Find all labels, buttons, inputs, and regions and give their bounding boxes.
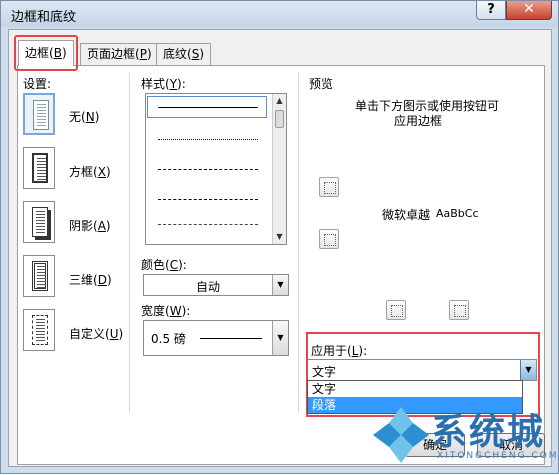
help-button[interactable]: ?: [476, 1, 506, 20]
watermark-logo-icon: [373, 407, 429, 463]
width-combo[interactable]: 0.5 磅 ▼: [143, 320, 289, 356]
scroll-down-icon[interactable]: ▼: [273, 230, 286, 244]
preview-sample-cn: 微软卓越: [382, 208, 431, 222]
preview-sample-en: AaBbCc: [436, 207, 479, 220]
scroll-thumb[interactable]: [275, 110, 284, 128]
tab-page-border-key: P: [139, 47, 147, 61]
divider-right: [298, 73, 299, 413]
close-button[interactable]: ✕: [506, 1, 552, 20]
left-border-button[interactable]: [386, 300, 406, 320]
site-watermark: 系统城 XITONGCHENG.COM: [369, 401, 559, 475]
style-dash-dot-line[interactable]: [158, 224, 258, 225]
width-value: 0.5 磅: [151, 332, 186, 346]
color-dropdown-icon[interactable]: ▼: [272, 275, 288, 295]
setting-shadow-label[interactable]: 阴影(A): [69, 217, 111, 234]
setting-3d-icon[interactable]: [23, 255, 55, 297]
tab-shading-label: 底纹: [163, 47, 188, 61]
tab-page-border[interactable]: 页面边框(P): [80, 43, 159, 65]
window-title: 边框和底纹: [11, 10, 77, 25]
width-sample-line: [200, 338, 262, 339]
style-scrollbar[interactable]: ▲ ▼: [272, 94, 286, 244]
setting-box-label[interactable]: 方框(X): [69, 163, 111, 180]
apply-to-option-text[interactable]: 文字: [308, 381, 522, 397]
settings-label: 设置:: [23, 77, 52, 91]
preview-hint-line2: 应用边框: [394, 114, 443, 128]
title-bar[interactable]: 边框和底纹 ? ✕: [1, 1, 558, 27]
color-value: 自动: [196, 280, 221, 294]
style-solid-line[interactable]: [158, 107, 258, 108]
right-border-button[interactable]: [449, 300, 469, 320]
tab-shading[interactable]: 底纹(S): [156, 43, 212, 65]
watermark-url: XITONGCHENG.COM: [437, 451, 559, 461]
divider-left: [129, 73, 130, 413]
width-label: 宽度(W):: [141, 304, 191, 318]
setting-custom-label[interactable]: 自定义(U): [69, 325, 123, 342]
color-combo[interactable]: 自动 ▼: [143, 274, 289, 296]
tab-highlight-box: [14, 35, 78, 71]
preview-label: 预览: [309, 77, 334, 91]
style-list[interactable]: ▲ ▼: [145, 93, 287, 245]
setting-3d-label[interactable]: 三维(D): [69, 271, 112, 288]
style-dotted-line[interactable]: [158, 139, 258, 140]
setting-none-icon[interactable]: [23, 93, 55, 135]
watermark-text: 系统城: [431, 412, 546, 453]
tab-shading-key: S: [191, 47, 200, 61]
style-long-dash-line[interactable]: [158, 199, 258, 200]
setting-custom-icon[interactable]: [23, 309, 55, 351]
setting-none-label[interactable]: 无(N): [69, 108, 99, 125]
bottom-border-button[interactable]: [319, 229, 339, 249]
color-label: 颜色(C):: [141, 258, 187, 272]
width-dropdown-icon[interactable]: ▼: [272, 321, 288, 355]
setting-shadow-icon[interactable]: [23, 201, 55, 243]
scroll-up-icon[interactable]: ▲: [273, 94, 286, 108]
borders-shading-dialog: 边框和底纹 ? ✕ 边框(B) 页面边框(P) 底纹(S) 设置: 无(N) 方…: [0, 0, 559, 474]
style-label: 样式(Y):: [141, 77, 186, 91]
setting-box-icon[interactable]: [23, 147, 55, 189]
top-border-button[interactable]: [319, 177, 339, 197]
style-dashed-line[interactable]: [158, 169, 258, 170]
tab-page-border-label: 页面边框: [87, 47, 136, 61]
